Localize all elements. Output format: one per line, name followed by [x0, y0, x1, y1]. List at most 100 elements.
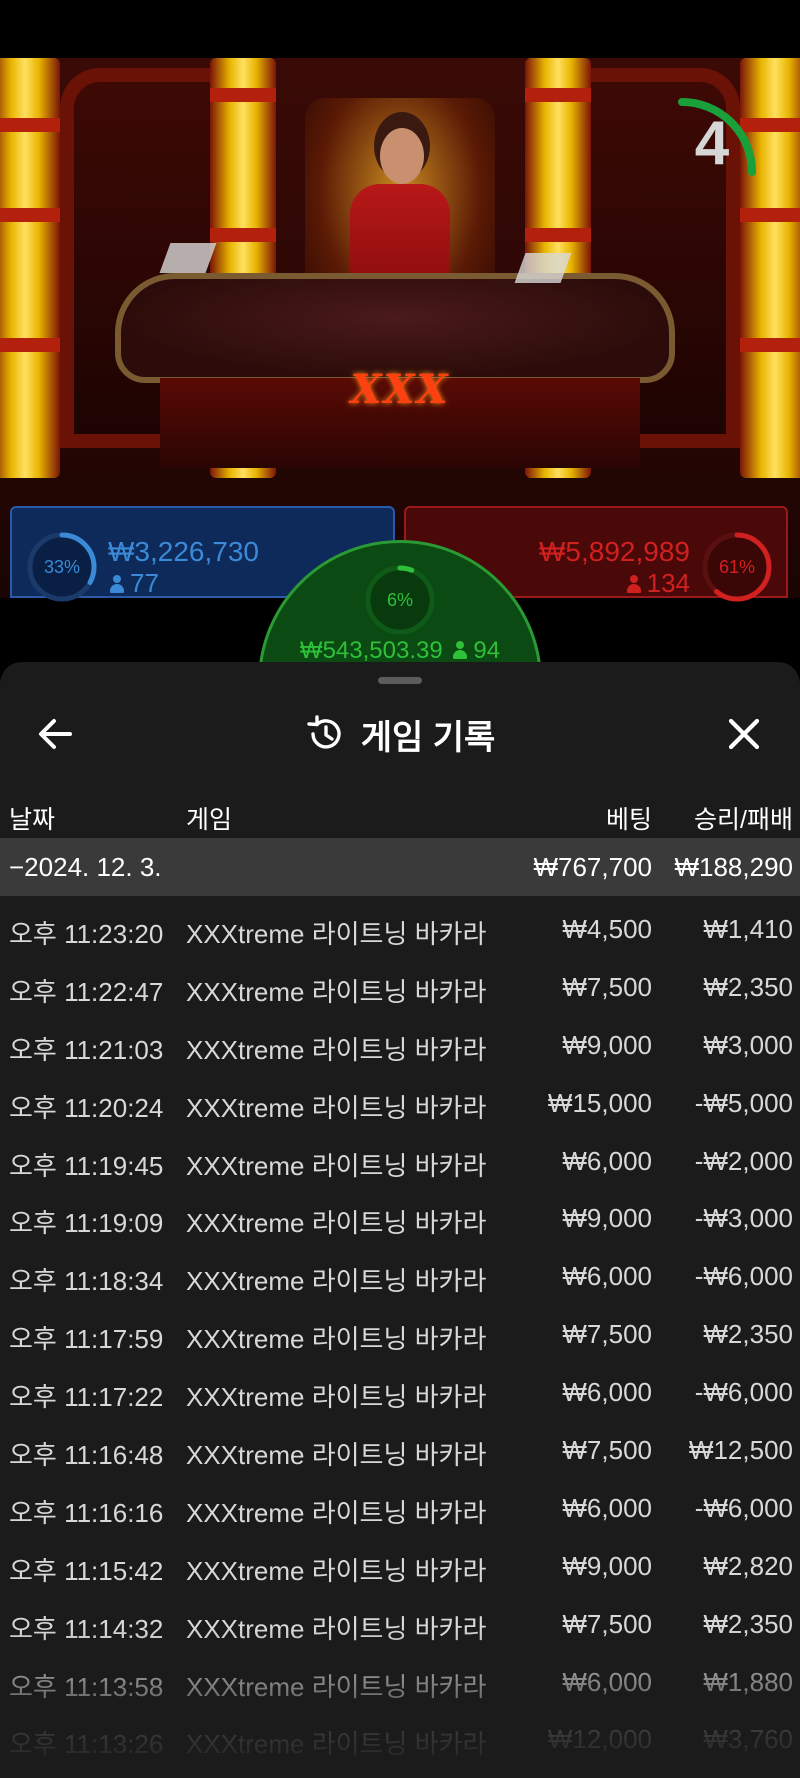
row-bet: ₩12,000 [547, 1724, 652, 1755]
history-row[interactable]: 오후 11:23:20 XXXtreme 라이트닝 바카라 ₩4,500 ₩1,410 [0, 904, 800, 962]
row-result: ₩3,760 [703, 1724, 793, 1755]
history-row[interactable]: 오후 11:18:34 XXXtreme 라이트닝 바카라 ₩6,000 -₩6,00… [0, 1251, 800, 1309]
countdown-number: 4 [694, 109, 730, 178]
decor-pillar [0, 58, 60, 478]
row-game: XXXtreme 라이트닝 바카라 [186, 1208, 487, 1239]
close-icon [728, 718, 760, 750]
row-time: 오후 11:20:24 [9, 1092, 164, 1123]
row-game: XXXtreme 라이트닝 바카라 [186, 1382, 487, 1413]
row-bet: ₩4,500 [562, 914, 652, 944]
row-game: XXXtreme 라이트닝 바카라 [186, 1150, 487, 1181]
sheet-header: 게임 기록 [0, 704, 800, 764]
row-time: 오후 11:13:58 [9, 1671, 164, 1702]
row-time: 오후 11:16:48 [9, 1440, 164, 1471]
row-bet: ₩9,000 [562, 1550, 652, 1581]
history-row[interactable]: 오후 11:21:03 XXXtreme 라이트닝 바카라 ₩9,000 ₩3,000 [0, 1020, 800, 1078]
row-result: -₩5,000 [694, 1087, 793, 1118]
history-row[interactable]: 오후 11:13:26 XXXtreme 라이트닝 바카라 ₩12,000 ₩3,76… [0, 1714, 800, 1772]
column-header-bet: 베팅 [605, 806, 652, 834]
history-list: 오후 11:23:20 XXXtreme 라이트닝 바카라 ₩4,500 ₩1,410… [0, 904, 800, 1772]
row-result: ₩3,000 [703, 1029, 793, 1060]
row-result: -₩3,000 [694, 1203, 793, 1234]
date-group-bet-total: ₩767,700 [533, 852, 652, 882]
column-header-result: 승리/패배 [694, 806, 793, 834]
history-row[interactable]: 오후 11:17:22 XXXtreme 라이트닝 바카라 ₩6,000 -₩6,00… [0, 1367, 800, 1425]
row-bet: ₩9,000 [562, 1029, 652, 1060]
row-time: 오후 11:19:09 [9, 1208, 164, 1239]
player-amount: ₩3,226,730 [108, 536, 259, 567]
row-bet: ₩9,000 [562, 1203, 652, 1234]
row-bet: ₩7,500 [562, 1319, 652, 1350]
history-row[interactable]: 오후 11:17:59 XXXtreme 라이트닝 바카라 ₩7,500 ₩2,350 [0, 1309, 800, 1367]
row-bet: ₩7,500 [562, 1608, 652, 1639]
game-history-sheet: 게임 기록 날짜 게임 베팅 승리/패배 −2024. 12. 3. ₩767,… [0, 662, 800, 1778]
row-game: XXXtreme 라이트닝 바카라 [186, 1092, 487, 1123]
history-row[interactable]: 오후 11:13:58 XXXtreme 라이트닝 바카라 ₩6,000 ₩1,880 [0, 1657, 800, 1715]
history-row[interactable]: 오후 11:19:45 XXXtreme 라이트닝 바카라 ₩6,000 -₩2,00… [0, 1136, 800, 1194]
history-row[interactable]: 오후 11:16:16 XXXtreme 라이트닝 바카라 ₩6,000 -₩6,00… [0, 1483, 800, 1541]
row-time: 오후 11:17:22 [9, 1382, 164, 1413]
row-game: XXXtreme 라이트닝 바카라 [186, 1555, 487, 1586]
row-time: 오후 11:23:20 [9, 919, 164, 949]
row-result: ₩2,350 [703, 971, 793, 1002]
row-time: 오후 11:13:26 [9, 1729, 164, 1760]
banker-percent: 61% [718, 557, 756, 577]
row-time: 오후 11:14:32 [9, 1613, 164, 1644]
row-result: ₩12,500 [688, 1435, 793, 1466]
table-logo: XXX [350, 366, 450, 413]
row-result: ₩2,350 [703, 1319, 793, 1350]
row-result: ₩2,820 [703, 1550, 793, 1581]
column-header-date: 날짜 [9, 806, 56, 834]
row-result: -₩6,000 [694, 1261, 793, 1292]
history-row[interactable]: 오후 11:19:09 XXXtreme 라이트닝 바카라 ₩9,000 -₩3,00… [0, 1193, 800, 1251]
row-result: ₩1,880 [703, 1666, 793, 1697]
table-header: 날짜 게임 베팅 승리/패배 [0, 786, 800, 842]
dealer [380, 128, 424, 184]
player-percent: 33% [43, 557, 81, 577]
row-bet: ₩6,000 [562, 1492, 652, 1523]
row-result: ₩2,350 [703, 1608, 793, 1639]
row-game: XXXtreme 라이트닝 바카라 [186, 1266, 487, 1297]
page-title: 게임 기록 [360, 718, 496, 757]
row-game: XXXtreme 라이트닝 바카라 [186, 1440, 487, 1471]
date-group-result-total: ₩188,290 [674, 852, 793, 882]
row-time: 오후 11:22:47 [9, 976, 164, 1007]
row-game: XXXtreme 라이트닝 바카라 [186, 1613, 487, 1644]
history-row[interactable]: 오후 11:15:42 XXXtreme 라이트닝 바카라 ₩9,000 ₩2,820 [0, 1541, 800, 1599]
row-result: -₩6,000 [694, 1377, 793, 1408]
row-game: XXXtreme 라이트닝 바카라 [186, 1034, 487, 1065]
date-group-row[interactable]: −2024. 12. 3. ₩767,700 ₩188,290 [0, 838, 800, 896]
row-time: 오후 11:18:34 [9, 1266, 164, 1297]
date-group-date: −2024. 12. 3. [9, 852, 162, 882]
row-result: -₩6,000 [694, 1492, 793, 1523]
tie-amount: ₩543,503.39 [299, 637, 443, 664]
row-bet: ₩6,000 [562, 1377, 652, 1408]
row-result: -₩2,000 [694, 1145, 793, 1176]
row-time: 오후 11:16:16 [9, 1497, 164, 1528]
row-bet: ₩6,000 [562, 1666, 652, 1697]
person-icon [110, 575, 124, 593]
row-game: XXXtreme 라이트닝 바카라 [186, 1497, 487, 1528]
tie-amount-line: ₩543,503.39 94 [261, 637, 539, 665]
row-game: XXXtreme 라이트닝 바카라 [186, 919, 487, 949]
history-row[interactable]: 오후 11:20:24 XXXtreme 라이트닝 바카라 ₩15,000 -₩5,0… [0, 1078, 800, 1136]
row-time: 오후 11:17:59 [9, 1324, 164, 1355]
tie-count: 94 [473, 637, 501, 664]
history-row[interactable]: 오후 11:16:48 XXXtreme 라이트닝 바카라 ₩7,500 ₩12,50… [0, 1425, 800, 1483]
row-time: 오후 11:19:45 [9, 1150, 164, 1181]
history-row[interactable]: 오후 11:14:32 XXXtreme 라이트닝 바카라 ₩7,500 ₩2,350 [0, 1599, 800, 1657]
close-button[interactable] [718, 708, 770, 760]
row-time: 오후 11:21:03 [9, 1034, 164, 1065]
row-game: XXXtreme 라이트닝 바카라 [186, 1729, 487, 1760]
row-bet: ₩15,000 [547, 1087, 652, 1118]
row-game: XXXtreme 라이트닝 바카라 [186, 976, 487, 1007]
row-result: ₩1,410 [703, 914, 793, 944]
history-icon [307, 715, 341, 749]
history-row[interactable]: 오후 11:22:47 XXXtreme 라이트닝 바카라 ₩7,500 ₩2,350 [0, 962, 800, 1020]
column-header-game: 게임 [186, 806, 233, 834]
person-icon [626, 575, 641, 593]
tie-percent: 6% [386, 590, 413, 610]
banker-amount: ₩5,892,989 [539, 536, 690, 567]
row-game: XXXtreme 라이트닝 바카라 [186, 1324, 487, 1355]
sheet-drag-handle[interactable] [378, 677, 422, 684]
